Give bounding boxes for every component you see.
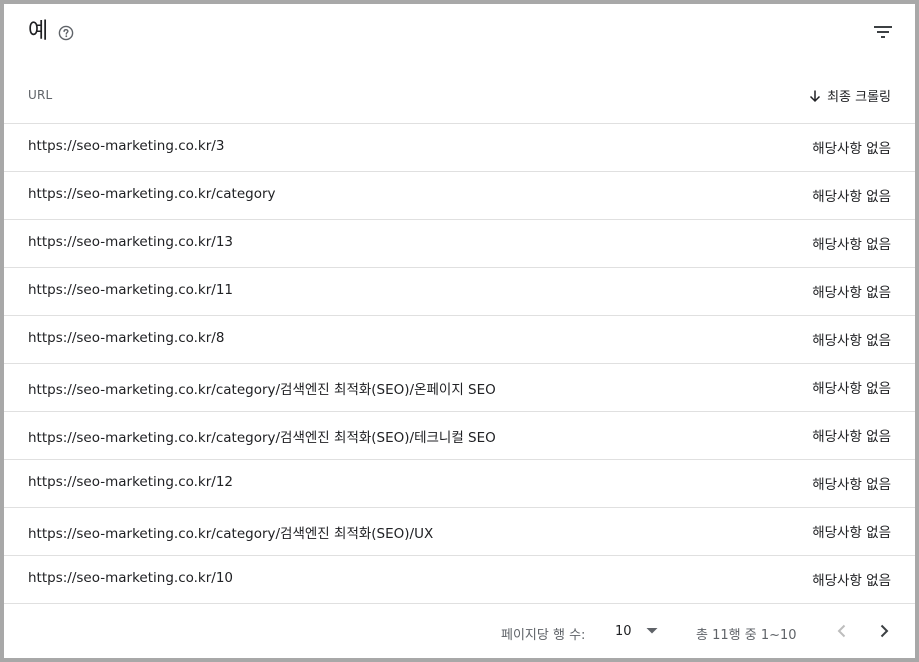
url-cell: https://seo-marketing.co.kr/3 xyxy=(28,138,225,154)
table-body: https://seo-marketing.co.kr/3 해당사항 없음 ht… xyxy=(4,124,915,604)
url-cell: https://seo-marketing.co.kr/11 xyxy=(28,282,234,298)
last-crawled-cell: 해당사항 없음 xyxy=(812,333,891,349)
url-cell: https://seo-marketing.co.kr/category/검색엔… xyxy=(28,382,496,398)
table-row[interactable]: https://seo-marketing.co.kr/3 해당사항 없음 xyxy=(4,124,915,172)
url-cell: https://seo-marketing.co.kr/category/검색엔… xyxy=(28,526,434,542)
url-cell: https://seo-marketing.co.kr/8 xyxy=(28,330,225,346)
rows-per-page-select[interactable]: 10 xyxy=(608,619,664,643)
table-row[interactable]: https://seo-marketing.co.kr/category/검색엔… xyxy=(4,364,915,412)
table-row[interactable]: https://seo-marketing.co.kr/category 해당사… xyxy=(4,172,915,220)
last-crawled-cell: 해당사항 없음 xyxy=(812,477,891,493)
column-header-last-crawled[interactable]: 최종 크롤링 xyxy=(807,86,891,105)
column-header-last-crawled-label: 최종 크롤링 xyxy=(827,90,891,105)
pagination-bar: 페이지당 행 수: 10 총 11행 중 1~10 xyxy=(4,604,915,658)
caret-down-icon xyxy=(646,628,658,634)
last-crawled-cell: 해당사항 없음 xyxy=(812,525,891,541)
table-row[interactable]: https://seo-marketing.co.kr/category/검색엔… xyxy=(4,508,915,556)
url-cell: https://seo-marketing.co.kr/10 xyxy=(28,570,234,586)
last-crawled-cell: 해당사항 없음 xyxy=(812,573,891,589)
table-row[interactable]: https://seo-marketing.co.kr/13 해당사항 없음 xyxy=(4,220,915,268)
url-cell: https://seo-marketing.co.kr/13 xyxy=(28,234,234,250)
table-header: URL 최종 크롤링 xyxy=(4,64,915,124)
last-crawled-cell: 해당사항 없음 xyxy=(812,381,891,397)
help-circle-icon[interactable] xyxy=(58,25,74,41)
last-crawled-cell: 해당사항 없음 xyxy=(812,237,891,253)
last-crawled-cell: 해당사항 없음 xyxy=(812,141,891,157)
rows-per-page-value: 10 xyxy=(615,623,632,639)
page-title: 예 xyxy=(28,19,49,44)
last-crawled-cell: 해당사항 없음 xyxy=(812,429,891,445)
url-cell: https://seo-marketing.co.kr/12 xyxy=(28,474,234,490)
filter-icon[interactable] xyxy=(871,20,895,44)
chevron-right-icon[interactable] xyxy=(872,619,896,643)
table-row[interactable]: https://seo-marketing.co.kr/11 해당사항 없음 xyxy=(4,268,915,316)
url-cell: https://seo-marketing.co.kr/category/검색엔… xyxy=(28,430,496,446)
column-header-url: URL xyxy=(28,88,53,102)
table-row[interactable]: https://seo-marketing.co.kr/category/검색엔… xyxy=(4,412,915,460)
table-row[interactable]: https://seo-marketing.co.kr/10 해당사항 없음 xyxy=(4,556,915,604)
table-row[interactable]: https://seo-marketing.co.kr/12 해당사항 없음 xyxy=(4,460,915,508)
arrow-down-icon xyxy=(810,90,821,102)
url-cell: https://seo-marketing.co.kr/category xyxy=(28,186,276,202)
report-card: 예 URL 최종 크롤링 https://seo-marketing.co.kr… xyxy=(4,4,915,658)
card-header: 예 xyxy=(4,4,915,64)
chevron-left-icon[interactable] xyxy=(830,619,854,643)
last-crawled-cell: 해당사항 없음 xyxy=(812,285,891,301)
rows-per-page-label: 페이지당 행 수: xyxy=(501,628,586,643)
last-crawled-cell: 해당사항 없음 xyxy=(812,189,891,205)
table-row[interactable]: https://seo-marketing.co.kr/8 해당사항 없음 xyxy=(4,316,915,364)
pagination-range: 총 11행 중 1~10 xyxy=(696,628,797,643)
